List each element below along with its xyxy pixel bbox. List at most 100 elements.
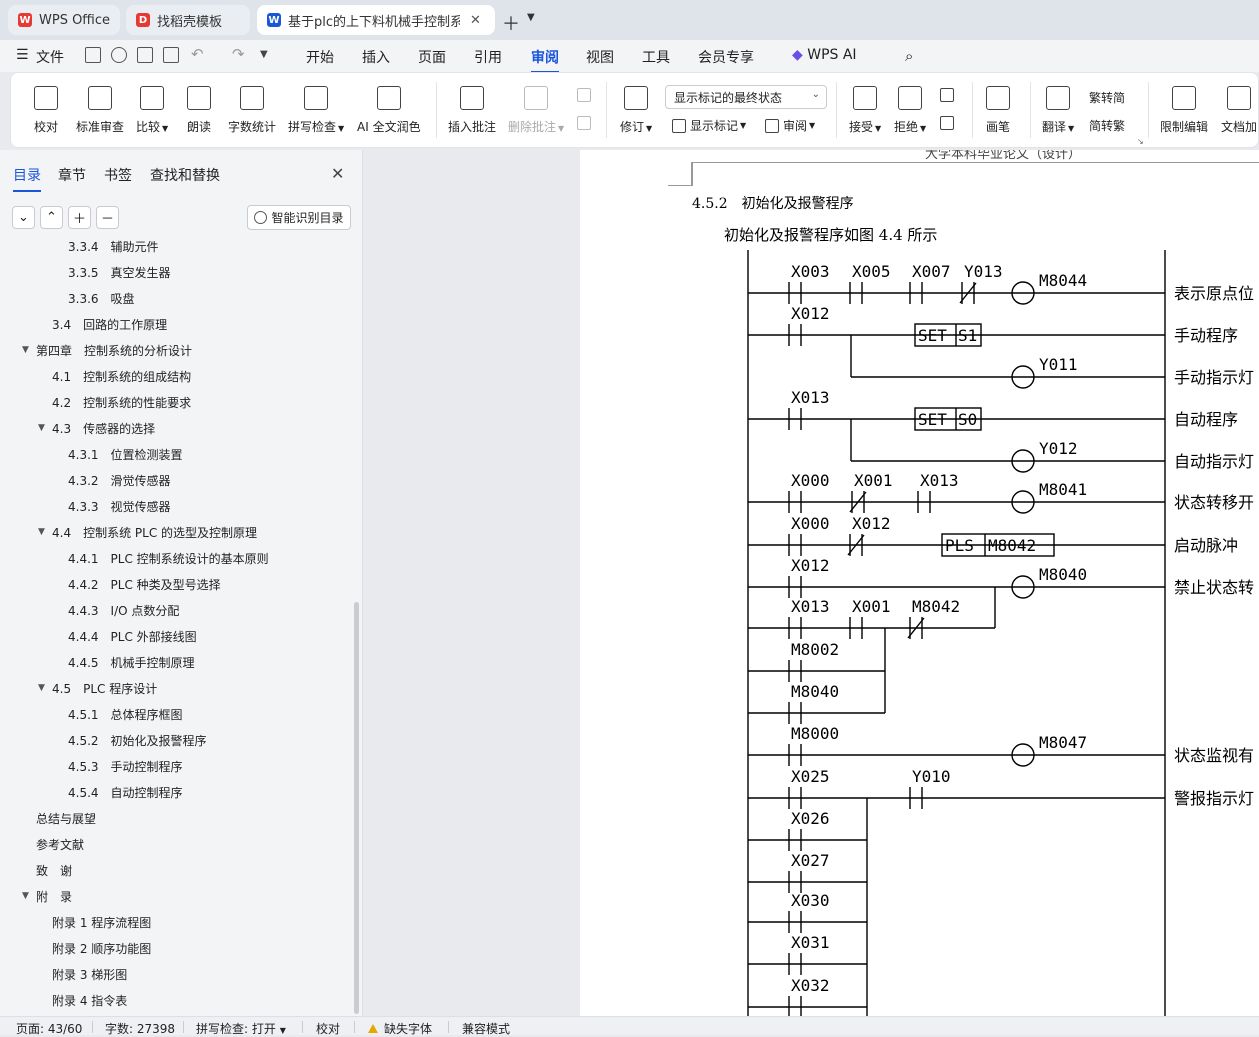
expand-toggle-icon[interactable]: ▼: [38, 423, 52, 433]
menu-tools[interactable]: 工具: [642, 47, 670, 67]
toc-item[interactable]: 附录 3 梯形图: [38, 964, 127, 984]
toc-item[interactable]: 4.4.1 PLC 控制系统设计的基本原则: [54, 548, 269, 568]
toc-item[interactable]: 附录 4 指令表: [38, 990, 127, 1010]
ai-polish-button[interactable]: AI 全文润色: [357, 86, 421, 135]
proofread-button[interactable]: 校对: [34, 86, 58, 135]
toc-item[interactable]: 4.5.2 初始化及报警程序: [54, 730, 207, 750]
track-changes-button[interactable]: 修订 ▼: [620, 86, 652, 135]
menu-insert[interactable]: 插入: [362, 47, 390, 67]
undo-icon[interactable]: ↶: [191, 45, 204, 63]
search-icon[interactable]: ⌕: [905, 47, 913, 65]
toc-item[interactable]: 4.4.2 PLC 种类及型号选择: [54, 574, 221, 594]
toc-item[interactable]: 致 谢: [22, 860, 72, 880]
toc-item[interactable]: 参考文献: [22, 834, 84, 854]
proofread-status[interactable]: 校对: [316, 1020, 340, 1037]
print-icon[interactable]: [137, 47, 153, 63]
toc-item[interactable]: 4.4.3 I/O 点数分配: [54, 600, 179, 620]
scrollbar[interactable]: [354, 602, 359, 1014]
toc-item[interactable]: ▼ 附 录: [22, 886, 72, 906]
toc-item[interactable]: 附录 2 顺序功能图: [38, 938, 151, 958]
expand-all-button[interactable]: ⌄: [12, 206, 35, 229]
toc-item[interactable]: 4.5.3 手动控制程序: [54, 756, 183, 776]
to-traditional-button[interactable]: 繁转简: [1089, 89, 1128, 106]
tab-bookmarks[interactable]: 书签: [104, 165, 132, 185]
spell-check-button[interactable]: 拼写检查 ▼: [288, 86, 344, 135]
reject-button[interactable]: 拒绝 ▼: [894, 86, 926, 135]
show-markup-button[interactable]: 显示标记 ▼: [672, 117, 746, 134]
toc-item[interactable]: 4.2 控制系统的性能要求: [38, 392, 191, 412]
word-count-button[interactable]: 字数统计: [228, 86, 276, 135]
menu-file[interactable]: 文件: [36, 47, 64, 67]
toc-item[interactable]: 4.5.4 自动控制程序: [54, 782, 183, 802]
toc-item[interactable]: 4.1 控制系统的组成结构: [38, 366, 191, 386]
spell-check-status[interactable]: 拼写检查: 打开 ▼: [196, 1020, 286, 1037]
translate-button[interactable]: 翻译 ▼: [1042, 86, 1074, 135]
expand-toggle-icon[interactable]: ▼: [38, 527, 52, 537]
menu-review[interactable]: 审阅: [531, 47, 559, 73]
standard-review-button[interactable]: 标准审查: [76, 86, 124, 135]
menu-page[interactable]: 页面: [418, 47, 446, 67]
expand-toggle-icon[interactable]: ▼: [22, 891, 36, 901]
tab-wps-office[interactable]: W WPS Office: [8, 5, 120, 35]
next-comment-icon[interactable]: [577, 116, 595, 130]
smart-toc-button[interactable]: 智能识别目录: [247, 205, 351, 230]
dialog-launcher-icon[interactable]: ↘: [1137, 137, 1144, 146]
expand-toggle-icon[interactable]: ▼: [38, 683, 52, 693]
ladder-diagram[interactable]: X003 X005 X007 Y013 M8044 表示原点位 X012 SET S1 手动程序 Y…: [580, 150, 1259, 1016]
to-simplified-button[interactable]: 简转繁: [1089, 117, 1128, 134]
new-tab-icon[interactable]: ＋: [502, 10, 520, 36]
delete-comment-button[interactable]: 删除批注 ▼: [508, 86, 564, 135]
redo-icon[interactable]: ↷: [232, 45, 245, 63]
tab-find-replace[interactable]: 查找和替换: [150, 165, 220, 185]
toc-item[interactable]: 4.4.5 机械手控制原理: [54, 652, 195, 672]
toc-item[interactable]: 3.3.5 真空发生器: [54, 262, 171, 282]
menu-start[interactable]: 开始: [306, 47, 334, 67]
toc-item[interactable]: ▼ 4.4 控制系统 PLC 的选型及控制原理: [38, 522, 257, 542]
tab-chapters[interactable]: 章节: [58, 165, 86, 185]
toc-item[interactable]: 附录 1 程序流程图: [38, 912, 151, 932]
print-preview-icon[interactable]: [163, 47, 179, 63]
review-pane-button[interactable]: 审阅 ▼: [765, 117, 815, 134]
missing-font-status[interactable]: 缺失字体: [368, 1020, 432, 1037]
tab-toc[interactable]: 目录: [13, 165, 41, 192]
document-encrypt-button[interactable]: 文档加: [1221, 86, 1257, 135]
share-icon[interactable]: [111, 47, 127, 63]
insert-comment-button[interactable]: 插入批注: [448, 86, 496, 135]
remove-heading-button[interactable]: －: [96, 206, 119, 229]
save-icon[interactable]: [85, 47, 101, 63]
previous-comment-icon[interactable]: [577, 88, 595, 102]
close-icon[interactable]: ✕: [470, 13, 481, 28]
toc-item[interactable]: 3.4 回路的工作原理: [38, 314, 167, 334]
menu-references[interactable]: 引用: [474, 47, 502, 67]
toc-item[interactable]: 3.3.6 吸盘: [54, 288, 135, 308]
tab-current-document[interactable]: W 基于plc的上下料机械手控制系 ✕: [257, 5, 495, 35]
accept-button[interactable]: 接受 ▼: [849, 86, 881, 135]
toc-item[interactable]: 4.4.4 PLC 外部接线图: [54, 626, 197, 646]
tab-docer-templates[interactable]: D 找稻壳模板: [126, 5, 250, 35]
toc-item[interactable]: 4.3.2 滑觉传感器: [54, 470, 171, 490]
wps-ai-button[interactable]: ◆ WPS AI: [792, 47, 857, 63]
collapse-all-button[interactable]: ⌃: [40, 206, 63, 229]
toc-item[interactable]: 4.3.3 视觉传感器: [54, 496, 171, 516]
page-count[interactable]: 页面: 43/60: [16, 1020, 82, 1037]
markup-state-select[interactable]: 显示标记的最终状态 ⌄: [665, 85, 827, 109]
toc-item[interactable]: ▼ 第四章 控制系统的分析设计: [22, 340, 192, 360]
toc-item[interactable]: 3.3.4 辅助元件: [54, 240, 159, 256]
pen-button[interactable]: 画笔: [986, 86, 1010, 135]
add-heading-button[interactable]: ＋: [68, 206, 91, 229]
expand-toggle-icon[interactable]: ▼: [22, 345, 36, 355]
menu-view[interactable]: 视图: [586, 47, 614, 67]
compat-mode-status[interactable]: 兼容模式: [462, 1020, 510, 1037]
previous-change-icon[interactable]: [940, 88, 958, 102]
restrict-editing-button[interactable]: 限制编辑: [1160, 86, 1208, 135]
toc-item[interactable]: 总结与展望: [22, 808, 96, 828]
toc-item[interactable]: ▼ 4.5 PLC 程序设计: [38, 678, 157, 698]
hamburger-icon[interactable]: ☰: [16, 47, 29, 63]
compare-button[interactable]: 比较 ▼: [136, 86, 168, 135]
chevron-down-icon[interactable]: ▼: [260, 49, 268, 60]
word-count[interactable]: 字数: 27398: [105, 1020, 175, 1037]
next-change-icon[interactable]: [940, 116, 958, 130]
toc-item[interactable]: 4.3.1 位置检测装置: [54, 444, 183, 464]
menu-membership[interactable]: 会员专享: [698, 47, 754, 67]
toc-item[interactable]: 4.5.1 总体程序框图: [54, 704, 183, 724]
